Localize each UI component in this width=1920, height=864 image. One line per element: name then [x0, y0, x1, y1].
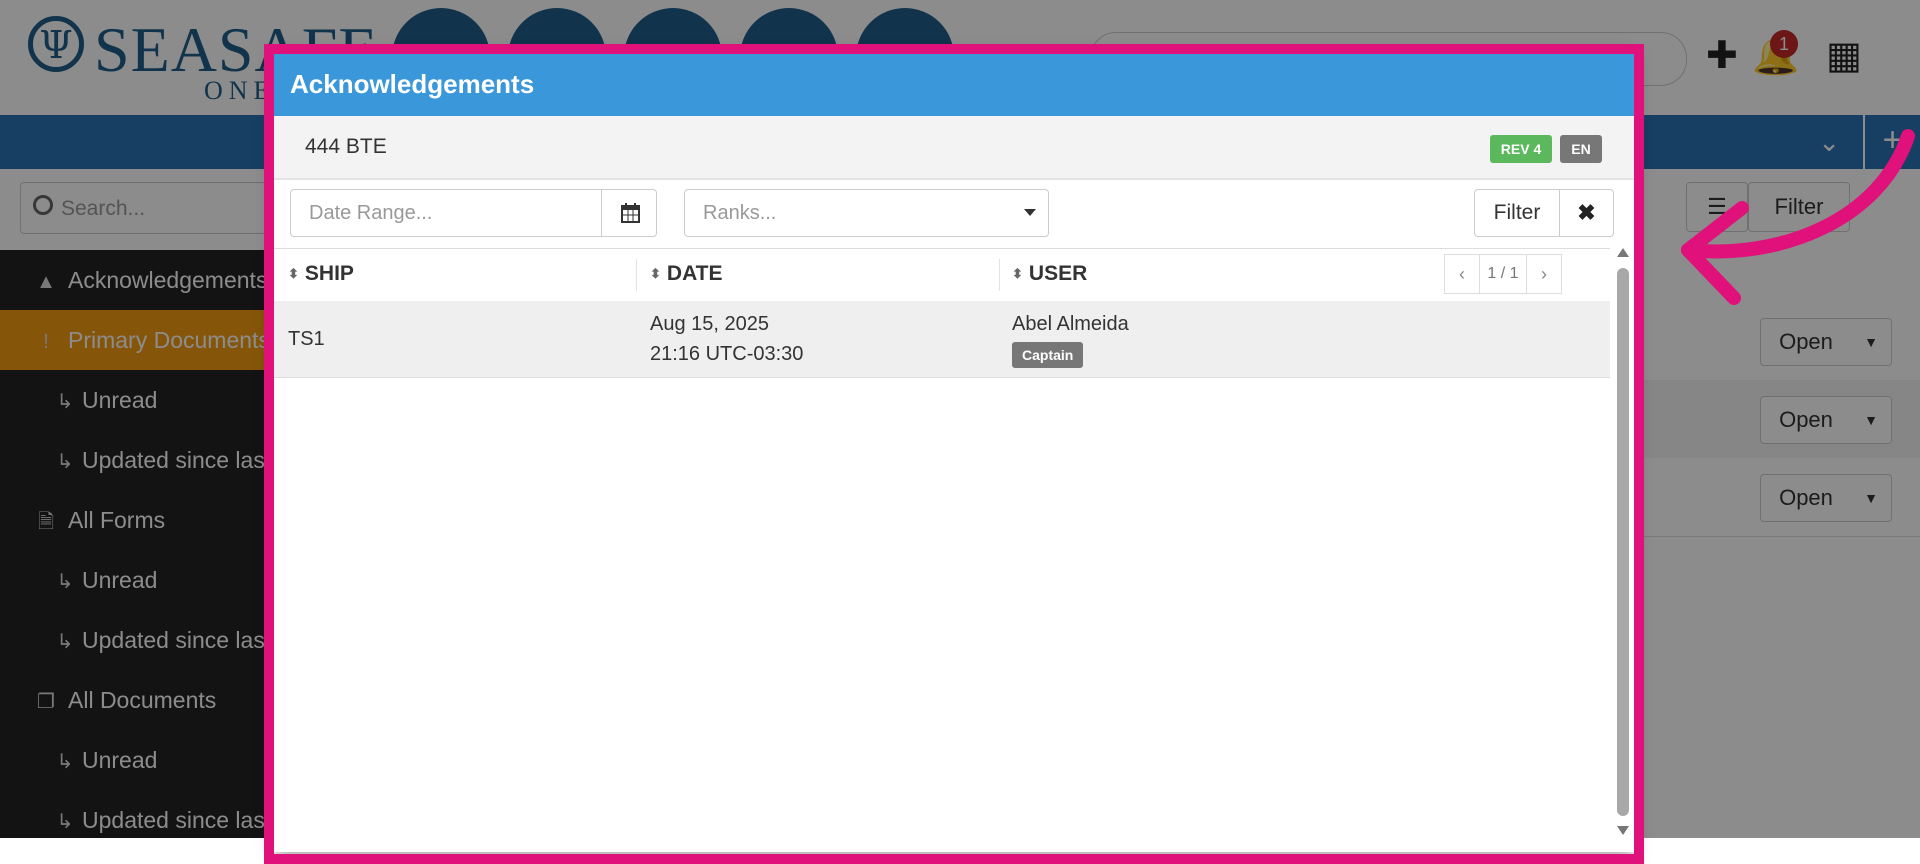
- filter-button[interactable]: Filter: [1474, 189, 1560, 237]
- modal-header: Acknowledgements: [274, 52, 1634, 116]
- calendar-button[interactable]: [601, 189, 657, 237]
- clear-filter-button[interactable]: ✖: [1559, 189, 1614, 237]
- ship-cell: TS1: [288, 328, 325, 350]
- ranks-placeholder: Ranks...: [703, 202, 777, 224]
- document-info-bar: 444 BTE REV 4 EN: [274, 116, 1634, 180]
- language-badge: EN: [1560, 135, 1602, 163]
- document-name: 444 BTE: [305, 135, 387, 158]
- table-pager: ‹ 1 / 1 ›: [1444, 254, 1606, 294]
- table-scrollbar[interactable]: [1614, 248, 1632, 838]
- rank-badge: Captain: [1012, 342, 1084, 368]
- filter-bar: Ranks... Filter ✖: [274, 180, 1634, 248]
- acknowledgements-table: ⬍ SHIP ⬍ DATE ⬍ USER ‹ 1 / 1 › TS1 Aug 15, …: [274, 248, 1610, 852]
- modal-title: Acknowledgements: [290, 69, 535, 99]
- revision-badge: REV 4: [1490, 135, 1552, 163]
- scroll-up-arrow-icon[interactable]: [1617, 248, 1629, 257]
- date-cell: Aug 15, 2025 21:16 UTC-03:30: [650, 309, 803, 369]
- acknowledgements-modal: Acknowledgements 444 BTE REV 4 EN Ranks.…: [274, 52, 1634, 852]
- sort-icon: ⬍: [650, 266, 661, 281]
- table-header: ⬍ SHIP ⬍ DATE ⬍ USER ‹ 1 / 1 ›: [274, 248, 1610, 303]
- column-header-user[interactable]: ⬍ USER: [1012, 249, 1087, 299]
- ranks-select[interactable]: Ranks...: [684, 189, 1049, 237]
- column-header-ship[interactable]: ⬍ SHIP: [288, 249, 354, 299]
- user-name: Abel Almeida: [1012, 313, 1129, 335]
- ack-date: Aug 15, 2025: [650, 313, 769, 335]
- scrollbar-thumb[interactable]: [1617, 268, 1629, 816]
- sort-icon: ⬍: [288, 266, 299, 281]
- caret-down-icon: [1024, 209, 1036, 216]
- prev-page-button[interactable]: ‹: [1444, 254, 1480, 294]
- column-header-date[interactable]: ⬍ DATE: [650, 249, 723, 299]
- column-label: SHIP: [304, 262, 354, 285]
- scroll-down-arrow-icon[interactable]: [1617, 826, 1629, 835]
- date-range-input[interactable]: [290, 189, 602, 237]
- user-cell: Abel Almeida Captain: [1012, 309, 1129, 369]
- sort-icon: ⬍: [1012, 266, 1023, 281]
- ack-time: 21:16 UTC-03:30: [650, 343, 804, 365]
- page-indicator: 1 / 1: [1479, 254, 1527, 294]
- table-row[interactable]: TS1 Aug 15, 2025 21:16 UTC-03:30 Abel Al…: [274, 301, 1610, 378]
- calendar-icon: [621, 203, 640, 223]
- next-page-button[interactable]: ›: [1526, 254, 1562, 294]
- column-divider: [636, 259, 637, 291]
- column-label: DATE: [666, 262, 723, 285]
- column-divider: [999, 259, 1000, 291]
- annotation-arrow-icon: [1681, 129, 1915, 305]
- column-label: USER: [1028, 262, 1088, 285]
